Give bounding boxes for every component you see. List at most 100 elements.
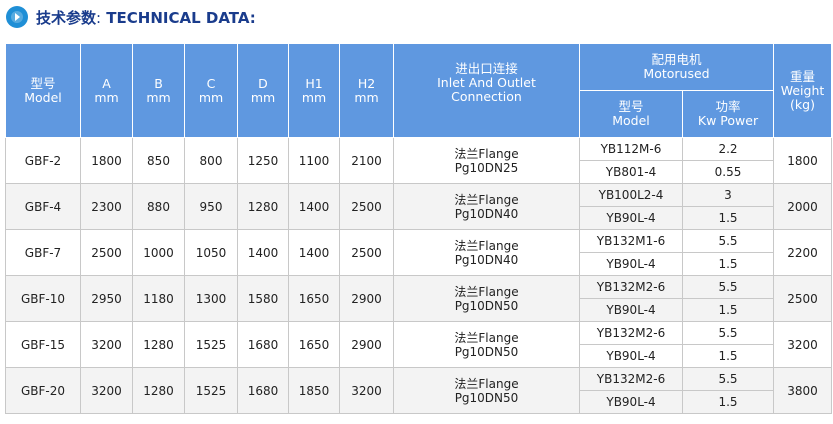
- cell-a: 3200: [80, 321, 133, 368]
- header-power: 功率 Kw Power: [682, 90, 774, 138]
- header-model: 型号 Model: [5, 43, 81, 138]
- header-c: C mm: [184, 43, 238, 138]
- cell-h2: 2900: [339, 275, 394, 322]
- cell-h2: 3200: [339, 367, 394, 414]
- cell-model: GBF-15: [5, 321, 81, 368]
- header-h1: H1 mm: [288, 43, 340, 138]
- cell-weight: 1800: [773, 137, 832, 184]
- arrow-right-icon: [6, 6, 28, 28]
- cell-motor-model: YB90L-4: [579, 206, 683, 230]
- cell-a: 2950: [80, 275, 133, 322]
- cell-inlet: 法兰Flange Pg10DN25: [393, 137, 580, 184]
- cell-motor-model: YB132M2-6: [579, 321, 683, 345]
- section-title: 技术参数: TECHNICAL DATA:: [6, 5, 256, 29]
- title-cn: 技术参数: [36, 8, 97, 27]
- cell-power: 3: [682, 183, 774, 207]
- cell-a: 2300: [80, 183, 133, 230]
- cell-d: 1680: [237, 321, 289, 368]
- cell-model: GBF-10: [5, 275, 81, 322]
- cell-motor-model: YB132M2-6: [579, 275, 683, 299]
- cell-d: 1250: [237, 137, 289, 184]
- cell-motor-model: YB132M1-6: [579, 229, 683, 253]
- cell-h1: 1650: [288, 275, 340, 322]
- cell-h2: 2100: [339, 137, 394, 184]
- cell-b: 1280: [132, 321, 185, 368]
- cell-motor-model: YB132M2-6: [579, 367, 683, 391]
- header-weight: 重量 Weight (kg): [773, 43, 832, 138]
- cell-weight: 3800: [773, 367, 832, 414]
- cell-model: GBF-4: [5, 183, 81, 230]
- cell-c: 950: [184, 183, 238, 230]
- cell-d: 1400: [237, 229, 289, 276]
- cell-inlet: 法兰Flange Pg10DN50: [393, 321, 580, 368]
- cell-power: 1.5: [682, 344, 774, 368]
- cell-inlet: 法兰Flange Pg10DN50: [393, 275, 580, 322]
- table-row: GBF-4 2300 880 950 1280 1400 2500 法兰Flan…: [5, 183, 832, 230]
- cell-power: 5.5: [682, 367, 774, 391]
- cell-power: 5.5: [682, 321, 774, 345]
- header-d: D mm: [237, 43, 289, 138]
- cell-model: GBF-2: [5, 137, 81, 184]
- cell-c: 800: [184, 137, 238, 184]
- cell-motor-model: YB90L-4: [579, 298, 683, 322]
- technical-data-table: 型号 Model A mm B mm C mm D mm H1 mm H2 mm…: [5, 43, 832, 414]
- table-row: GBF-20 3200 1280 1525 1680 1850 3200 法兰F…: [5, 367, 832, 414]
- cell-a: 2500: [80, 229, 133, 276]
- cell-b: 880: [132, 183, 185, 230]
- cell-motor-model: YB90L-4: [579, 252, 683, 276]
- cell-d: 1280: [237, 183, 289, 230]
- cell-c: 1300: [184, 275, 238, 322]
- cell-h1: 1100: [288, 137, 340, 184]
- cell-motor-model: YB90L-4: [579, 344, 683, 368]
- cell-motor-model: YB801-4: [579, 160, 683, 184]
- cell-model: GBF-20: [5, 367, 81, 414]
- cell-h2: 2500: [339, 229, 394, 276]
- header-b: B mm: [132, 43, 185, 138]
- cell-motor-model: YB100L2-4: [579, 183, 683, 207]
- cell-b: 850: [132, 137, 185, 184]
- cell-h1: 1850: [288, 367, 340, 414]
- header-inlet-outlet: 进出口连接 Inlet And Outlet Connection: [393, 43, 580, 138]
- cell-h1: 1400: [288, 229, 340, 276]
- cell-a: 3200: [80, 367, 133, 414]
- cell-h1: 1650: [288, 321, 340, 368]
- header-h2: H2 mm: [339, 43, 394, 138]
- cell-c: 1050: [184, 229, 238, 276]
- cell-weight: 2200: [773, 229, 832, 276]
- cell-c: 1525: [184, 367, 238, 414]
- cell-weight: 2500: [773, 275, 832, 322]
- cell-power: 5.5: [682, 275, 774, 299]
- table-row: GBF-15 3200 1280 1525 1680 1650 2900 法兰F…: [5, 321, 832, 368]
- table-row: GBF-2 1800 850 800 1250 1100 2100 法兰Flan…: [5, 137, 832, 184]
- cell-motor-model: YB90L-4: [579, 390, 683, 414]
- cell-weight: 2000: [773, 183, 832, 230]
- cell-power: 1.5: [682, 390, 774, 414]
- cell-b: 1000: [132, 229, 185, 276]
- cell-inlet: 法兰Flange Pg10DN40: [393, 229, 580, 276]
- cell-d: 1680: [237, 367, 289, 414]
- cell-power: 5.5: [682, 229, 774, 253]
- cell-b: 1280: [132, 367, 185, 414]
- cell-power: 0.55: [682, 160, 774, 184]
- cell-power: 1.5: [682, 206, 774, 230]
- cell-b: 1180: [132, 275, 185, 322]
- cell-h1: 1400: [288, 183, 340, 230]
- cell-model: GBF-7: [5, 229, 81, 276]
- cell-power: 2.2: [682, 137, 774, 161]
- table-row: GBF-7 2500 1000 1050 1400 1400 2500 法兰Fl…: [5, 229, 832, 276]
- cell-inlet: 法兰Flange Pg10DN40: [393, 183, 580, 230]
- cell-power: 1.5: [682, 298, 774, 322]
- cell-motor-model: YB112M-6: [579, 137, 683, 161]
- cell-a: 1800: [80, 137, 133, 184]
- header-motor-model: 型号 Model: [579, 90, 683, 138]
- cell-power: 1.5: [682, 252, 774, 276]
- cell-h2: 2900: [339, 321, 394, 368]
- header-a: A mm: [80, 43, 133, 138]
- cell-d: 1580: [237, 275, 289, 322]
- cell-c: 1525: [184, 321, 238, 368]
- header-motor: 配用电机 Motorused: [579, 43, 774, 91]
- cell-inlet: 法兰Flange Pg10DN50: [393, 367, 580, 414]
- table-row: GBF-10 2950 1180 1300 1580 1650 2900 法兰F…: [5, 275, 832, 322]
- title-en: TECHNICAL DATA:: [101, 8, 256, 27]
- cell-weight: 3200: [773, 321, 832, 368]
